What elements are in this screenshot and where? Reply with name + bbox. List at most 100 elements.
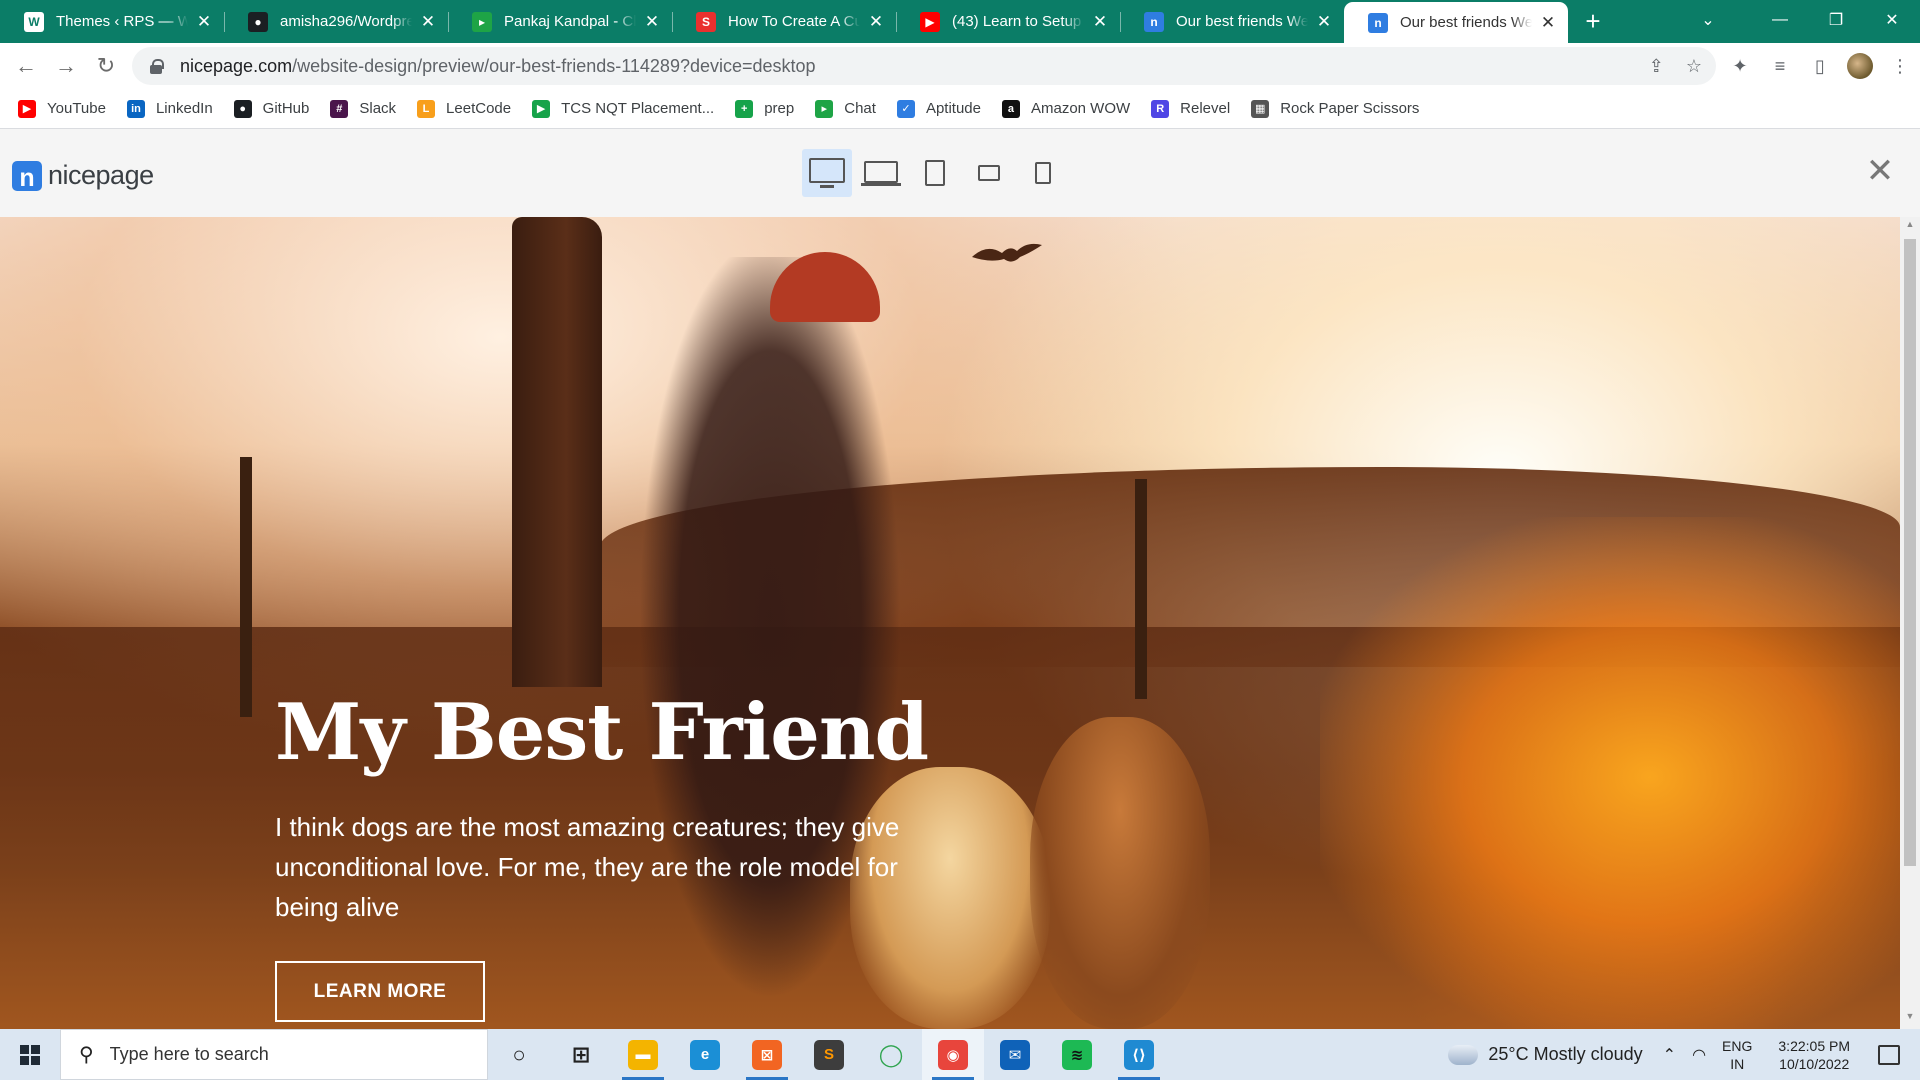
restore-button[interactable]: ❐ xyxy=(1808,0,1864,40)
bookmark-label: LeetCode xyxy=(446,100,512,117)
scroll-up-arrow[interactable]: ▲ xyxy=(1900,219,1920,235)
wifi-icon[interactable]: ◠ xyxy=(1692,1045,1706,1065)
youtube-icon: ▶ xyxy=(920,11,940,32)
taskbar-app[interactable]: ◯ xyxy=(860,1029,922,1080)
share-icon[interactable]: ⇪ xyxy=(1649,56,1664,77)
start-button[interactable] xyxy=(0,1029,60,1080)
bookmark-item[interactable]: R Relevel xyxy=(1151,99,1230,118)
taskbar-app[interactable]: ⟨⟩ xyxy=(1108,1029,1170,1080)
scrollbar-thumb[interactable] xyxy=(1904,239,1916,866)
tab-search-dropdown[interactable]: ⌄ xyxy=(1680,0,1736,40)
tablet-landscape-view-button[interactable] xyxy=(964,149,1014,197)
weather-widget[interactable]: 25°C Mostly cloudy xyxy=(1448,1044,1643,1065)
browser-tab[interactable]: ▸ Pankaj Kandpal - Chat ✕ xyxy=(448,0,672,43)
bookmark-label: prep xyxy=(764,100,795,117)
learn-more-button[interactable]: LEARN MORE xyxy=(275,961,485,1022)
lock-icon[interactable] xyxy=(150,58,164,74)
window-close-button[interactable]: ✕ xyxy=(1864,0,1920,40)
close-tab-icon[interactable]: ✕ xyxy=(1538,13,1558,33)
extensions-icon[interactable]: ✦ xyxy=(1720,46,1760,86)
browser-tab[interactable]: n Our best friends Website ✕ xyxy=(1120,0,1344,43)
device-switcher xyxy=(802,149,1072,197)
wordpress-icon: W xyxy=(24,11,44,32)
browser-tab[interactable]: W Themes ‹ RPS — WordPress ✕ xyxy=(0,0,224,43)
bookmark-item[interactable]: a Amazon WOW xyxy=(1001,99,1130,118)
close-tab-icon[interactable]: ✕ xyxy=(1314,12,1334,32)
close-tab-icon[interactable]: ✕ xyxy=(1090,12,1110,32)
bookmark-item[interactable]: + prep xyxy=(735,99,795,118)
browser-tab[interactable]: ● amisha296/Wordpress ✕ xyxy=(224,0,448,43)
bookmark-item[interactable]: L LeetCode xyxy=(417,99,512,118)
forward-button[interactable]: → xyxy=(46,46,86,86)
back-button[interactable]: ← xyxy=(6,46,46,86)
nicepage-logo-mark: n xyxy=(12,160,42,191)
address-bar[interactable]: nicepage.com/website-design/preview/our-… xyxy=(132,47,1716,85)
taskbar-app[interactable]: e xyxy=(674,1029,736,1080)
bookmark-item[interactable]: ▸ Chat xyxy=(815,99,876,118)
sheets-icon: + xyxy=(735,99,754,118)
new-tab-button[interactable]: + xyxy=(1568,0,1618,43)
taskbar-app[interactable]: S xyxy=(798,1029,860,1080)
bookmark-star-icon[interactable]: ☆ xyxy=(1686,56,1702,77)
minimize-button[interactable]: — xyxy=(1752,0,1808,40)
taskbar-app[interactable]: ≋ xyxy=(1046,1029,1108,1080)
close-tab-icon[interactable]: ✕ xyxy=(418,12,438,32)
bookmark-item[interactable]: in LinkedIn xyxy=(126,99,213,118)
laptop-view-button[interactable] xyxy=(856,149,906,197)
google-chat-icon: ▸ xyxy=(815,99,834,118)
github-icon: ● xyxy=(233,99,252,118)
browser-tab[interactable]: S How To Create A Custom ✕ xyxy=(672,0,896,43)
google-chat-icon: ▸ xyxy=(472,11,492,32)
close-tab-icon[interactable]: ✕ xyxy=(866,12,886,32)
browser-tab[interactable]: n Our best friends Website ✕ xyxy=(1344,2,1568,43)
taskbar-search-box[interactable]: ⚲ Type here to search xyxy=(60,1029,488,1080)
profile-avatar[interactable] xyxy=(1847,53,1873,79)
bookmark-label: Slack xyxy=(359,100,397,117)
taskbar-app[interactable]: ⊞ xyxy=(550,1029,612,1080)
media-control-icon[interactable]: ≡ xyxy=(1760,46,1800,86)
nicepage-logo[interactable]: n nicepage xyxy=(12,160,154,191)
language-indicator[interactable]: ENG IN xyxy=(1722,1037,1752,1073)
sublime-text-icon: S xyxy=(814,1039,844,1070)
xampp-icon: ⊠ xyxy=(752,1039,782,1070)
bookmark-item[interactable]: ▶ YouTube xyxy=(18,99,106,118)
notification-icon[interactable] xyxy=(1878,1044,1900,1065)
close-tab-icon[interactable]: ✕ xyxy=(642,12,662,32)
browser-tab[interactable]: ▶ (43) Learn to Setup Custom ✕ xyxy=(896,0,1120,43)
close-tab-icon[interactable]: ✕ xyxy=(194,12,214,32)
bookmark-item[interactable]: # Slack xyxy=(330,99,397,118)
desktop-view-button[interactable] xyxy=(802,149,852,197)
bookmark-item[interactable]: ▦ Rock Paper Scissors xyxy=(1251,99,1419,118)
nicepage-icon: n xyxy=(1368,12,1388,33)
taskbar-app[interactable]: ▬ xyxy=(612,1029,674,1080)
leetcode-icon: L xyxy=(417,99,436,118)
bookmark-label: GitHub xyxy=(262,100,310,117)
bookmark-item[interactable]: ▶ TCS NQT Placement... xyxy=(532,99,714,118)
bookmark-label: LinkedIn xyxy=(155,100,213,117)
reload-button[interactable]: ↻ xyxy=(86,46,126,86)
bookmark-item[interactable]: ✓ Aptitude xyxy=(896,99,981,118)
taskbar-app[interactable]: ✉ xyxy=(984,1029,1046,1080)
chevron-up-icon[interactable]: ⌃ xyxy=(1663,1045,1676,1065)
laptop-icon xyxy=(861,160,901,186)
nicepage-icon: n xyxy=(1144,11,1164,32)
chrome-menu-icon[interactable]: ⋮ xyxy=(1880,46,1920,86)
vertical-scrollbar[interactable]: ▲ ▼ xyxy=(1900,217,1920,1029)
tablet-view-button[interactable] xyxy=(910,149,960,197)
bookmark-item[interactable]: ● GitHub xyxy=(233,99,310,118)
scroll-down-arrow[interactable]: ▼ xyxy=(1900,1011,1920,1027)
sun-glow xyxy=(1320,517,1900,1029)
phone-view-button[interactable] xyxy=(1018,149,1068,197)
search-icon: ⚲ xyxy=(79,1044,94,1066)
fence-post xyxy=(1135,479,1147,699)
s-logo-icon: S xyxy=(696,11,716,32)
clock[interactable]: 3:22:05 PM 10/10/2022 xyxy=(1778,1037,1850,1073)
language-code: ENG xyxy=(1722,1037,1753,1054)
taskbar-app[interactable]: ○ xyxy=(488,1029,550,1080)
close-preview-button[interactable]: ✕ xyxy=(1860,151,1900,191)
side-panel-icon[interactable]: ▯ xyxy=(1800,46,1840,86)
taskbar-app[interactable]: ◉ xyxy=(922,1029,984,1080)
taskbar-app[interactable]: ⊠ xyxy=(736,1029,798,1080)
url-text[interactable]: nicepage.com/website-design/preview/our-… xyxy=(180,56,816,77)
file-explorer-icon: ▬ xyxy=(628,1039,658,1070)
